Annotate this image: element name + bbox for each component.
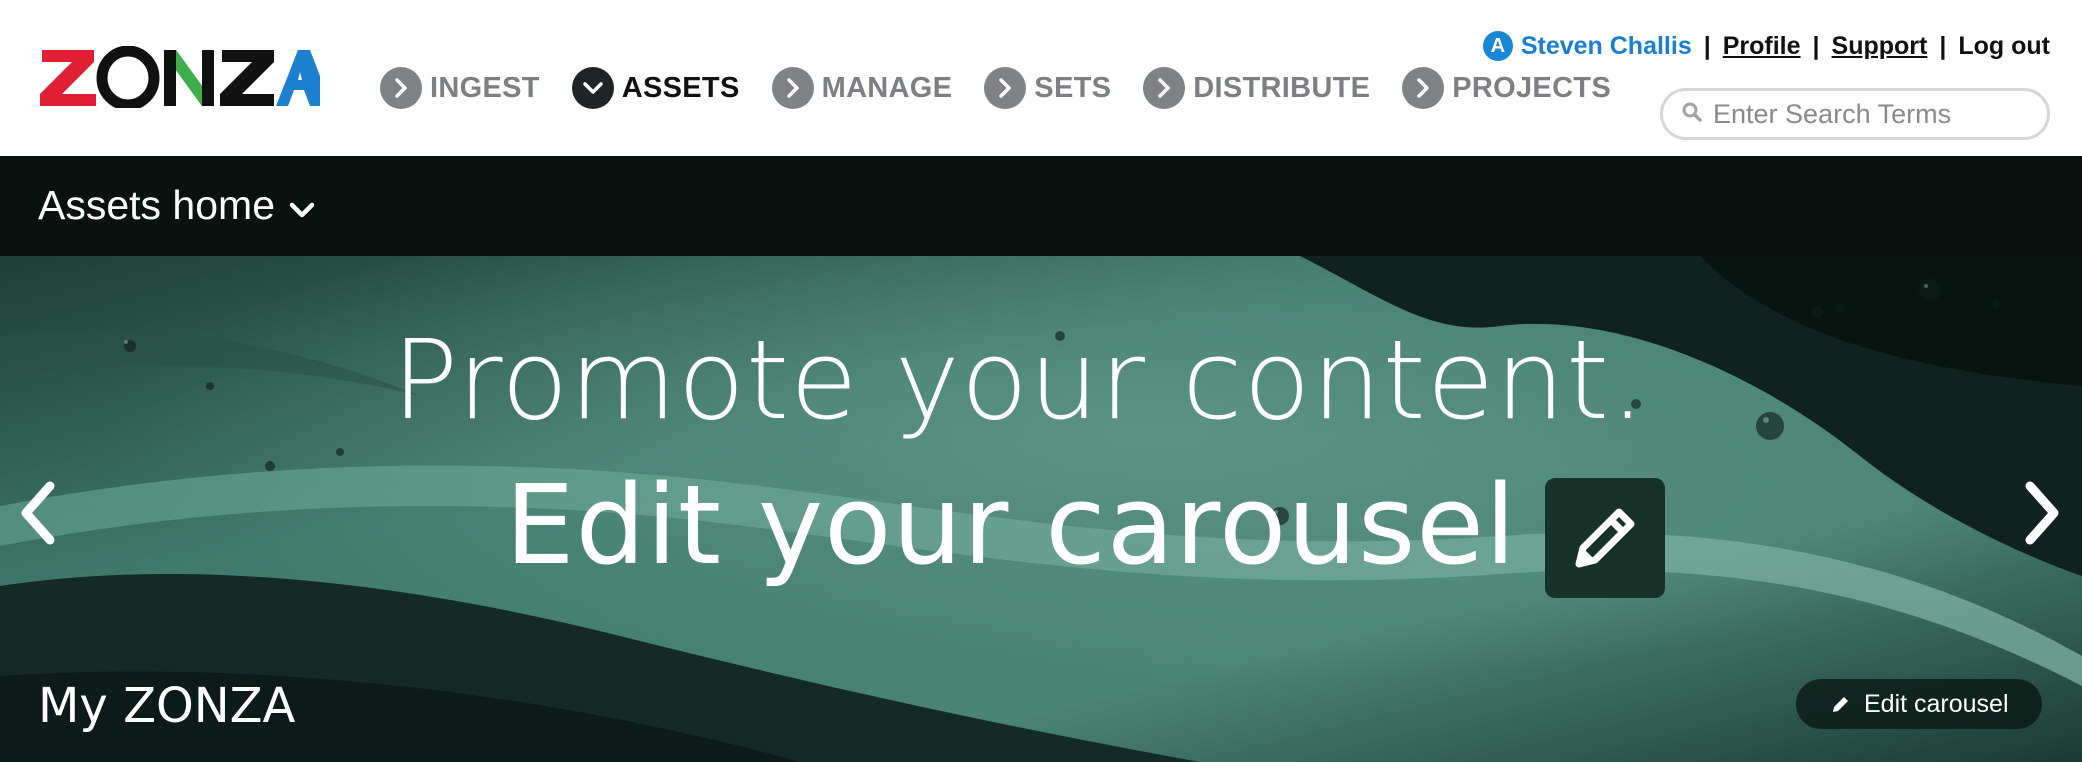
nav-assets-label: ASSETS xyxy=(621,71,740,104)
edit-carousel-pencil-button[interactable] xyxy=(1544,478,1665,598)
chevron-down-icon xyxy=(571,67,614,109)
carousel-next-arrow[interactable] xyxy=(2020,478,2064,548)
user-name-link[interactable]: Steven Challis xyxy=(1521,32,1692,61)
chevron-right-icon xyxy=(1402,67,1445,109)
chevron-right-icon xyxy=(2025,481,2059,545)
chevron-left-icon xyxy=(21,481,55,545)
separator: | xyxy=(1939,31,1947,60)
nav-sets[interactable]: SETS xyxy=(984,67,1111,109)
user-bar: A Steven Challis | Profile | Support | L… xyxy=(1482,26,2050,66)
carousel-prev-arrow[interactable] xyxy=(16,478,60,548)
support-link[interactable]: Support xyxy=(1832,32,1928,61)
edit-carousel-label: Edit carousel xyxy=(1864,689,2009,718)
search-icon xyxy=(1681,101,1703,128)
user-avatar[interactable]: A xyxy=(1482,31,1513,61)
nav-ingest[interactable]: INGEST xyxy=(380,67,540,109)
chevron-right-icon xyxy=(380,67,422,109)
main-navigation: INGEST ASSETS MANAGE SETS DISTRIBUTE PRO… xyxy=(380,64,1643,112)
separator: | xyxy=(1703,31,1711,60)
sub-header: Assets home xyxy=(0,156,2082,256)
chevron-right-icon xyxy=(771,67,814,109)
search-box[interactable] xyxy=(1660,88,2050,140)
nav-sets-label: SETS xyxy=(1034,71,1112,104)
nav-projects[interactable]: PROJECTS xyxy=(1402,67,1611,109)
page-title: My ZONZA xyxy=(38,678,296,734)
carousel-headline-line1: Promote your content. xyxy=(391,316,1647,444)
search-input[interactable] xyxy=(1713,98,2043,130)
nav-manage-label: MANAGE xyxy=(821,71,953,104)
nav-distribute-label: DISTRIBUTE xyxy=(1193,71,1371,104)
chevron-right-icon xyxy=(984,67,1027,109)
logout-link[interactable]: Log out xyxy=(1958,32,2050,61)
chevron-right-icon xyxy=(1143,67,1186,109)
nav-projects-label: PROJECTS xyxy=(1452,71,1611,104)
pencil-icon xyxy=(1575,508,1635,568)
carousel-headline-line2-row: Edit your carousel xyxy=(505,470,1665,606)
top-header: INGEST ASSETS MANAGE SETS DISTRIBUTE PRO… xyxy=(0,0,2082,156)
chevron-down-icon xyxy=(275,182,315,229)
zonza-logo[interactable] xyxy=(40,45,320,111)
edit-carousel-button[interactable]: Edit carousel xyxy=(1796,679,2042,729)
breadcrumb-label: Assets home xyxy=(38,182,275,228)
nav-manage[interactable]: MANAGE xyxy=(771,67,953,109)
nav-assets[interactable]: ASSETS xyxy=(571,67,740,109)
nav-ingest-label: INGEST xyxy=(430,71,540,104)
nav-distribute[interactable]: DISTRIBUTE xyxy=(1143,67,1370,109)
carousel-headline-line2: Edit your carousel xyxy=(505,461,1517,589)
pencil-icon xyxy=(1833,697,1848,712)
assets-home-dropdown[interactable]: Assets home xyxy=(38,182,315,229)
separator: | xyxy=(1812,31,1820,60)
hero-carousel: Promote your content. Edit your carousel… xyxy=(0,256,2082,762)
profile-link[interactable]: Profile xyxy=(1723,32,1801,61)
